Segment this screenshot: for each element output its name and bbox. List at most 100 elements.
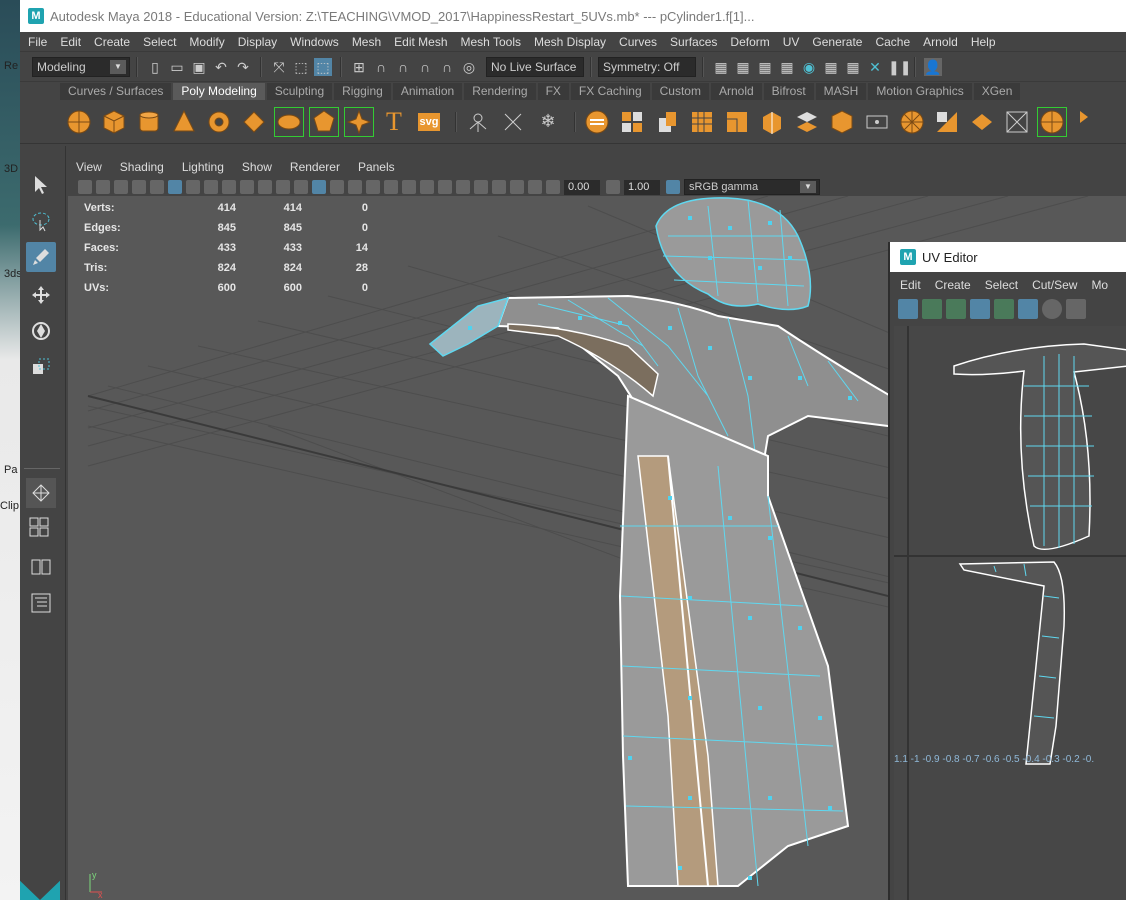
snowflake-icon[interactable]: ❄ — [533, 107, 563, 137]
use-all-lights-icon[interactable] — [366, 180, 380, 194]
user-icon[interactable]: 👤 — [924, 57, 942, 76]
motion-blur-icon[interactable] — [420, 180, 434, 194]
lasso-tool-icon[interactable] — [26, 206, 56, 236]
uv-editor-title-bar[interactable]: M UV Editor — [890, 242, 1126, 272]
bridge-icon[interactable] — [687, 107, 717, 137]
menu-mesh-tools[interactable]: Mesh Tools — [461, 35, 521, 49]
smooth-icon[interactable] — [897, 107, 927, 137]
poly-cube-icon[interactable] — [99, 107, 129, 137]
gate-mask-icon[interactable] — [222, 180, 236, 194]
uv-grid-icon[interactable] — [970, 299, 990, 319]
uv-editor-icon[interactable] — [1002, 107, 1032, 137]
multi-cut-icon[interactable] — [792, 107, 822, 137]
single-perspective-layout-icon[interactable] — [26, 478, 56, 508]
scale-tool-icon[interactable] — [26, 352, 56, 382]
poly-torus-icon[interactable] — [204, 107, 234, 137]
desktop-label[interactable]: Clip — [0, 500, 19, 512]
type-tool-icon[interactable]: T — [379, 107, 409, 137]
shelf-tab-rigging[interactable]: Rigging — [334, 83, 391, 100]
uv-checker-icon[interactable] — [922, 299, 942, 319]
menu-file[interactable]: File — [28, 35, 47, 49]
uv-shell-select-icon[interactable] — [898, 299, 918, 319]
panel-menu-view[interactable]: View — [76, 160, 102, 174]
bookmark-icon[interactable] — [114, 180, 128, 194]
reduce-icon[interactable] — [932, 107, 962, 137]
shelf-tab-custom[interactable]: Custom — [651, 83, 709, 100]
outliner-layout-icon[interactable] — [26, 588, 56, 618]
anti-aliasing-icon[interactable] — [438, 180, 452, 194]
menu-help[interactable]: Help — [971, 35, 996, 49]
combine-icon[interactable] — [582, 107, 612, 137]
panel-menu-lighting[interactable]: Lighting — [182, 160, 224, 174]
smooth-shade-icon[interactable] — [312, 180, 326, 194]
panel-menu-renderer[interactable]: Renderer — [290, 160, 340, 174]
menu-mesh-display[interactable]: Mesh Display — [534, 35, 606, 49]
save-scene-icon[interactable]: ▣ — [190, 58, 208, 76]
shelf-tab-poly-modeling[interactable]: Poly Modeling — [173, 83, 265, 100]
menu-windows[interactable]: Windows — [290, 35, 339, 49]
desktop-label[interactable]: Pa — [4, 464, 17, 476]
hypershade-icon[interactable]: ◉ — [800, 58, 818, 76]
render-frame-icon[interactable]: ▦ — [734, 58, 752, 76]
uv-layout[interactable]: 1.1 -1 -0.9 -0.8 -0.7 -0.6 -0.5 -0.4 -0.… — [894, 326, 1126, 900]
menu-uv[interactable]: UV — [783, 35, 800, 49]
xray-components-icon[interactable] — [528, 180, 542, 194]
uv-shell-arm[interactable] — [958, 561, 1066, 765]
snap-curve-icon[interactable]: ∩ — [372, 58, 390, 76]
uv-menu-modify[interactable]: Mo — [1091, 278, 1108, 292]
isolate-select-icon[interactable] — [474, 180, 488, 194]
menu-arnold[interactable]: Arnold — [923, 35, 958, 49]
mirror-tool-icon[interactable] — [498, 107, 528, 137]
menu-generate[interactable]: Generate — [812, 35, 862, 49]
panel-menu-panels[interactable]: Panels — [358, 160, 395, 174]
platonic-solid-icon[interactable] — [309, 106, 339, 137]
svg-tool-icon[interactable]: svg — [414, 107, 444, 137]
uv-snapshot-icon[interactable] — [1066, 299, 1086, 319]
sphere-uv-icon[interactable] — [1037, 106, 1067, 137]
two-view-layout-icon[interactable] — [26, 552, 56, 582]
wireframe-on-shaded-icon[interactable] — [330, 180, 344, 194]
menu-edit-mesh[interactable]: Edit Mesh — [394, 35, 447, 49]
unfold-icon[interactable] — [1072, 107, 1102, 137]
gamma-field[interactable]: 1.00 — [624, 179, 660, 195]
ipr-render-icon[interactable]: ▦ — [756, 58, 774, 76]
uv-distortion-icon[interactable] — [946, 299, 966, 319]
uv-canvas[interactable]: 1.1 -1 -0.9 -0.8 -0.7 -0.6 -0.5 -0.4 -0.… — [894, 326, 1126, 900]
arnold-ipr-icon[interactable]: ▦ — [844, 58, 862, 76]
shelf-tab-motion-graphics[interactable]: Motion Graphics — [868, 83, 972, 100]
select-object-icon[interactable]: ⬚ — [292, 58, 310, 76]
camera-icon[interactable] — [78, 180, 92, 194]
uv-shade-icon[interactable] — [1042, 299, 1062, 319]
depth-of-field-icon[interactable] — [456, 180, 470, 194]
mode-dropdown[interactable]: Modeling ▼ — [32, 56, 130, 77]
insert-edge-loop-icon[interactable] — [757, 107, 787, 137]
poly-plane-icon[interactable] — [239, 107, 269, 137]
menu-create[interactable]: Create — [94, 35, 130, 49]
shelf-tab-animation[interactable]: Animation — [392, 83, 463, 100]
menu-surfaces[interactable]: Surfaces — [670, 35, 717, 49]
super-shape-icon[interactable] — [344, 106, 374, 137]
shelf-tab-sculpting[interactable]: Sculpting — [266, 83, 333, 100]
snap-view-icon[interactable]: ∩ — [416, 58, 434, 76]
color-management-icon[interactable] — [666, 180, 680, 194]
xray-joints-icon[interactable] — [510, 180, 524, 194]
shelf-tab-arnold[interactable]: Arnold — [710, 83, 762, 100]
menu-deform[interactable]: Deform — [730, 35, 769, 49]
redo-icon[interactable]: ↷ — [234, 58, 252, 76]
panel-menu-shading[interactable]: Shading — [120, 160, 164, 174]
menu-modify[interactable]: Modify — [189, 35, 224, 49]
snap-surface-icon[interactable]: ∩ — [438, 58, 456, 76]
safe-title-icon[interactable] — [276, 180, 290, 194]
shelf-tab-rendering[interactable]: Rendering — [464, 83, 536, 100]
extrude-icon[interactable] — [652, 107, 682, 137]
character-mesh[interactable] — [428, 197, 931, 887]
exposure-icon[interactable] — [546, 180, 560, 194]
xray-icon[interactable] — [492, 180, 506, 194]
menu-mesh[interactable]: Mesh — [352, 35, 381, 49]
new-scene-icon[interactable]: ▯ — [146, 58, 164, 76]
uv-menu-edit[interactable]: Edit — [900, 278, 921, 292]
separate-icon[interactable] — [617, 107, 647, 137]
menu-cache[interactable]: Cache — [875, 35, 910, 49]
uv-texture-icon[interactable] — [1018, 299, 1038, 319]
menu-curves[interactable]: Curves — [619, 35, 657, 49]
